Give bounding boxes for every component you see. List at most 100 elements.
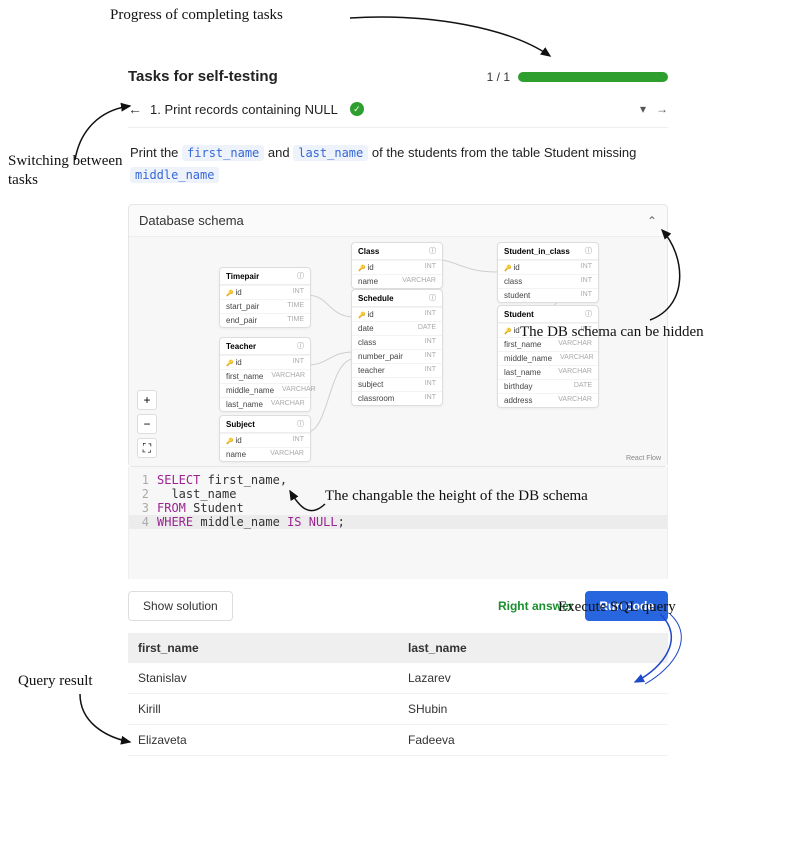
table-student[interactable]: StudentⓘidINTfirst_nameVARCHARmiddle_nam… <box>497 305 599 408</box>
table-column: idINT <box>220 285 310 299</box>
line-number: 4 <box>129 515 157 529</box>
table-column: middle_nameVARCHAR <box>220 383 310 397</box>
table-schedule[interactable]: ScheduleⓘidINTdateDATEclassINTnumber_pai… <box>351 289 443 406</box>
table-subject[interactable]: SubjectⓘidINTnameVARCHAR <box>219 415 311 462</box>
react-flow-attribution: React Flow <box>626 455 661 462</box>
schema-zoom-controls: + − ⛶ <box>137 390 157 458</box>
table-header: Subjectⓘ <box>220 416 310 433</box>
progress-count: 1 / 1 <box>487 70 510 84</box>
table-header: Classⓘ <box>352 243 442 260</box>
table-timepair[interactable]: TimepairⓘidINTstart_pairTIMEend_pairTIME <box>219 267 311 328</box>
prompt-text: and <box>268 145 293 160</box>
check-badge-icon: ✓ <box>350 102 364 116</box>
run-bar: Show solution Right answer Run code <box>128 579 668 633</box>
header-row: Tasks for self-testing 1 / 1 <box>128 68 668 85</box>
table-class[interactable]: ClassⓘidINTnameVARCHAR <box>351 242 443 289</box>
editor-line[interactable]: 3FROM Student <box>129 501 667 515</box>
prompt-text: Print the <box>130 145 182 160</box>
results-row: StanislavLazarev <box>128 663 668 694</box>
results-header-cell: last_name <box>398 633 668 663</box>
table-column: end_pairTIME <box>220 313 310 327</box>
code-content: last_name <box>157 487 236 501</box>
table-column: nameVARCHAR <box>352 274 442 288</box>
table-teacher[interactable]: TeacherⓘidINTfirst_nameVARCHARmiddle_nam… <box>219 337 311 412</box>
results-cell: Elizaveta <box>128 725 398 755</box>
prompt-text: of the students from the table Student m… <box>372 145 636 160</box>
main-panel: Tasks for self-testing 1 / 1 ← 1. Print … <box>128 68 668 756</box>
zoom-in-button[interactable]: + <box>137 390 157 410</box>
table-column: classroomINT <box>352 391 442 405</box>
table-column: idINT <box>498 260 598 274</box>
task-dropdown-icon[interactable]: ▾ <box>640 102 646 116</box>
results-header-row: first_namelast_name <box>128 633 668 663</box>
table-column: idINT <box>220 355 310 369</box>
table-column: last_nameVARCHAR <box>498 365 598 379</box>
results-cell: Fadeeva <box>398 725 668 755</box>
results-header-cell: first_name <box>128 633 398 663</box>
arrow-progress <box>350 8 570 68</box>
task-prompt: Print the first_name and last_name of th… <box>128 128 668 204</box>
code-content: WHERE middle_name IS NULL; <box>157 515 345 529</box>
table-header: Timepairⓘ <box>220 268 310 285</box>
table-column: idINT <box>352 260 442 274</box>
chevron-up-icon: ⌃ <box>647 214 657 228</box>
zoom-out-button[interactable]: − <box>137 414 157 434</box>
table-column: birthdayDATE <box>498 379 598 393</box>
table-student-in-class[interactable]: Student_in_classⓘidINTclassINTstudentINT <box>497 242 599 303</box>
table-column: idINT <box>352 307 442 321</box>
table-column: addressVARCHAR <box>498 393 598 407</box>
results-cell: Kirill <box>128 694 398 724</box>
results-row: KirillSHubin <box>128 694 668 725</box>
page-title: Tasks for self-testing <box>128 68 278 85</box>
editor-line[interactable]: 4WHERE middle_name IS NULL; <box>129 515 667 529</box>
schema-panel: Database schema ⌃ TimepairⓘidINTstart_pa… <box>128 204 668 467</box>
right-answer-label: Right answer <box>498 599 573 613</box>
table-column: first_nameVARCHAR <box>220 369 310 383</box>
table-column: idINT <box>220 433 310 447</box>
results-row: ElizavetaFadeeva <box>128 725 668 756</box>
table-column: middle_nameVARCHAR <box>498 351 598 365</box>
table-column: teacherINT <box>352 363 442 377</box>
schema-label: Database schema <box>139 213 244 228</box>
table-header: Studentⓘ <box>498 306 598 323</box>
back-arrow-icon[interactable]: ← <box>128 101 142 117</box>
editor-line[interactable]: 2 last_name <box>129 487 667 501</box>
table-column: first_nameVARCHAR <box>498 337 598 351</box>
show-solution-button[interactable]: Show solution <box>128 591 233 621</box>
next-task-arrow-icon[interactable]: → <box>656 102 668 116</box>
table-column: nameVARCHAR <box>220 447 310 461</box>
fit-view-button[interactable]: ⛶ <box>137 438 157 458</box>
table-column: dateDATE <box>352 321 442 335</box>
line-number: 1 <box>129 473 157 487</box>
line-number: 3 <box>129 501 157 515</box>
annotation-switching: Switching between tasks <box>8 152 123 190</box>
sql-editor[interactable]: 1SELECT first_name,2 last_name3FROM Stud… <box>128 467 668 579</box>
table-column: subjectINT <box>352 377 442 391</box>
line-number: 2 <box>129 487 157 501</box>
table-column: idINT <box>498 323 598 337</box>
run-code-button[interactable]: Run code <box>585 591 668 621</box>
schema-body[interactable]: TimepairⓘidINTstart_pairTIMEend_pairTIME… <box>129 236 667 466</box>
annotation-progress: Progress of completing tasks <box>110 6 283 25</box>
code-chip-middle-name: middle_name <box>130 167 219 183</box>
table-header: Teacherⓘ <box>220 338 310 355</box>
code-content: FROM Student <box>157 501 244 515</box>
table-header: Student_in_classⓘ <box>498 243 598 260</box>
task-nav: ← 1. Print records containing NULL ✓ ▾ → <box>128 95 668 128</box>
table-column: studentINT <box>498 288 598 302</box>
code-chip-last-name: last_name <box>293 145 368 161</box>
table-column: start_pairTIME <box>220 299 310 313</box>
table-column: number_pairINT <box>352 349 442 363</box>
results-table: first_namelast_nameStanislavLazarevKiril… <box>128 633 668 756</box>
table-column: last_nameVARCHAR <box>220 397 310 411</box>
progress-bar <box>518 72 668 82</box>
table-header: Scheduleⓘ <box>352 290 442 307</box>
code-chip-first-name: first_name <box>182 145 264 161</box>
annotation-query-result: Query result <box>18 672 93 691</box>
code-content: SELECT first_name, <box>157 473 287 487</box>
table-column: classINT <box>498 274 598 288</box>
editor-line[interactable]: 1SELECT first_name, <box>129 473 667 487</box>
results-cell: Lazarev <box>398 663 668 693</box>
schema-toggle[interactable]: Database schema ⌃ <box>129 205 667 236</box>
results-cell: SHubin <box>398 694 668 724</box>
